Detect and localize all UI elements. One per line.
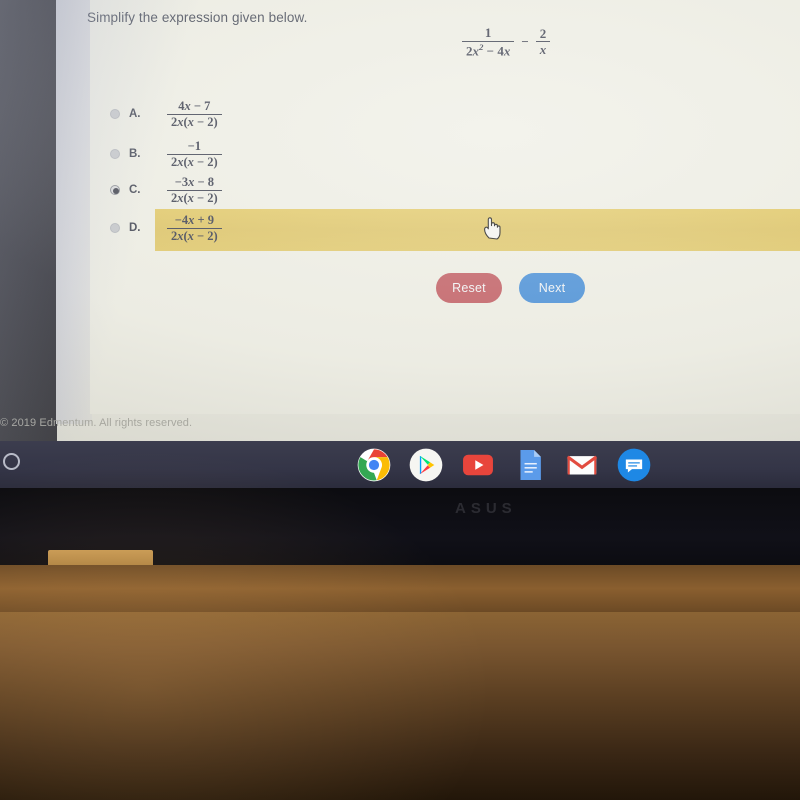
- next-button[interactable]: Next: [519, 273, 585, 303]
- answer-option-d[interactable]: D. −4x + 9 2x(x − 2): [110, 210, 222, 246]
- option-b-math: −1 2x(x − 2): [167, 139, 222, 169]
- math-expression: 1 2x2 − 4x − 2 x: [462, 25, 551, 58]
- play-store-icon[interactable]: [408, 447, 444, 483]
- gmail-icon[interactable]: [564, 447, 600, 483]
- answer-option-a[interactable]: A. 4x − 7 2x(x − 2): [110, 96, 222, 132]
- screen-bezel-left: [0, 0, 57, 441]
- laptop-screen: Simplify the expression given below. 1 2…: [0, 0, 800, 441]
- answer-option-c[interactable]: C. −3x − 8 2x(x − 2): [110, 172, 222, 208]
- reset-button[interactable]: Reset: [436, 273, 502, 303]
- option-d-math: −4x + 9 2x(x − 2): [167, 213, 222, 243]
- copyright-footer: © 2019 Edmentum. All rights reserved.: [0, 417, 193, 429]
- expression-numerator-1: 1: [484, 25, 492, 40]
- option-c-label: C.: [129, 184, 141, 196]
- page-sidebar-strip: [56, 0, 92, 424]
- expression-numerator-2: 2: [539, 25, 547, 41]
- chrome-icon[interactable]: [356, 447, 392, 483]
- asus-brand-logo: ASUS: [455, 500, 517, 517]
- expression-fraction-1: 1 2x2 − 4x: [462, 25, 515, 58]
- question-prompt: Simplify the expression given below.: [87, 10, 308, 25]
- screenshot-photo: Simplify the expression given below. 1 2…: [0, 0, 800, 800]
- option-d-highlight-bar[interactable]: [155, 209, 800, 251]
- chromeos-shelf: [0, 441, 800, 488]
- expression-denominator-2: x: [535, 41, 551, 57]
- option-b-label: B.: [129, 148, 141, 160]
- option-d-label: D.: [129, 222, 141, 234]
- youtube-icon[interactable]: [460, 447, 496, 483]
- shelf-icon-list: [356, 447, 652, 483]
- google-docs-icon[interactable]: [512, 447, 548, 483]
- launcher-circle-icon[interactable]: [3, 453, 20, 470]
- keyboard-plate: esc←→⟳⛶◫○◎◁◁ ~`!1@2#3$4%5^6&7*8(9)0_- ta…: [0, 612, 800, 800]
- expression-fraction-2: 2 x: [535, 25, 551, 57]
- answer-option-b[interactable]: B. −1 2x(x − 2): [110, 136, 222, 172]
- option-a-math: 4x − 7 2x(x − 2): [167, 99, 222, 129]
- pointing-hand-cursor: [484, 217, 501, 240]
- radio-button-d[interactable]: [110, 223, 120, 233]
- option-a-label: A.: [129, 108, 141, 120]
- radio-button-b[interactable]: [110, 149, 120, 159]
- radio-button-a[interactable]: [110, 109, 120, 119]
- expression-denominator-1: 2x2 − 4x: [462, 40, 515, 58]
- option-c-math: −3x − 8 2x(x − 2): [167, 175, 222, 205]
- expression-operator: −: [521, 33, 529, 49]
- messages-icon[interactable]: [616, 447, 652, 483]
- radio-button-c[interactable]: [110, 185, 120, 195]
